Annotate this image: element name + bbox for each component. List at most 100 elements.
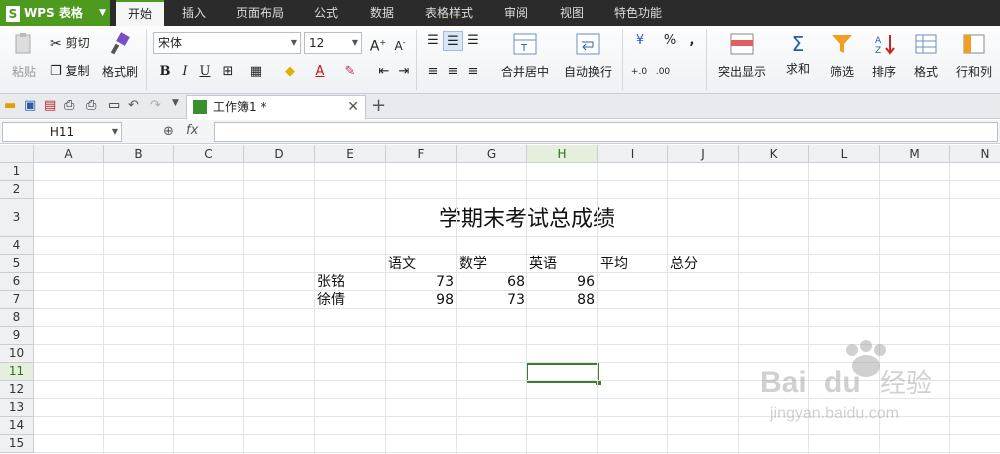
tab-data[interactable]: 数据 bbox=[360, 0, 404, 26]
tab-formulas[interactable]: 公式 bbox=[304, 0, 348, 26]
border-icon[interactable]: ⊞ bbox=[218, 62, 238, 82]
student-name[interactable]: 徐倩 bbox=[317, 291, 345, 309]
comma-button[interactable]: , bbox=[682, 31, 702, 51]
header-average[interactable]: 平均 bbox=[600, 255, 628, 273]
save-icon[interactable]: ▣ bbox=[24, 98, 40, 114]
merge-center-button[interactable]: T 合并居中 bbox=[494, 32, 556, 80]
fill-color-icon[interactable]: ◆ bbox=[280, 62, 300, 82]
row-header-14[interactable]: 14 bbox=[0, 417, 34, 435]
preview-icon[interactable]: ▭ bbox=[108, 98, 124, 114]
wrap-text-button[interactable]: 自动换行 bbox=[562, 32, 614, 80]
row-header-1[interactable]: 1 bbox=[0, 163, 34, 181]
tab-page-layout[interactable]: 页面布局 bbox=[228, 0, 292, 26]
score-cell[interactable]: 96 bbox=[527, 273, 595, 291]
increase-font-icon[interactable]: A+ bbox=[368, 33, 388, 55]
header-math[interactable]: 数学 bbox=[459, 255, 487, 273]
row-header-3[interactable]: 3 bbox=[0, 199, 34, 237]
column-header-g[interactable]: G bbox=[457, 145, 527, 163]
print-preview-icon[interactable]: ⎙ bbox=[86, 98, 102, 114]
italic-button[interactable]: I bbox=[175, 62, 195, 82]
clear-format-icon[interactable]: ✎ bbox=[340, 62, 360, 82]
sum-button[interactable]: Σ 求和 bbox=[780, 32, 816, 77]
align-left-icon[interactable]: ≡ bbox=[423, 62, 443, 82]
font-name-select[interactable]: 宋体 ▼ bbox=[153, 32, 301, 54]
row-header-5[interactable]: 5 bbox=[0, 255, 34, 273]
highlight-button[interactable]: 突出显示 bbox=[712, 32, 772, 80]
filter-button[interactable]: 筛选 bbox=[824, 32, 860, 80]
score-cell[interactable]: 73 bbox=[386, 273, 454, 291]
tab-view[interactable]: 视图 bbox=[550, 0, 594, 26]
column-header-i[interactable]: I bbox=[598, 145, 668, 163]
column-header-m[interactable]: M bbox=[880, 145, 950, 163]
column-header-d[interactable]: D bbox=[244, 145, 315, 163]
row-col-button[interactable]: 行和列 bbox=[952, 32, 996, 80]
tab-insert[interactable]: 插入 bbox=[172, 0, 216, 26]
copy-button[interactable]: ❐ 复制 bbox=[50, 62, 90, 79]
indent-decrease-icon[interactable]: ⇤ bbox=[374, 62, 394, 82]
bold-button[interactable]: B bbox=[155, 62, 175, 82]
row-header-11[interactable]: 11 bbox=[0, 363, 34, 381]
column-header-e[interactable]: E bbox=[315, 145, 386, 163]
row-header-13[interactable]: 13 bbox=[0, 399, 34, 417]
underline-button[interactable]: U bbox=[195, 62, 215, 82]
sort-button[interactable]: AZ 排序 bbox=[866, 32, 902, 80]
decrease-font-icon[interactable]: A- bbox=[390, 33, 410, 53]
currency-icon[interactable]: ¥ bbox=[630, 31, 650, 51]
indent-increase-icon[interactable]: ⇥ bbox=[394, 62, 414, 82]
align-top-icon[interactable]: ☰ bbox=[423, 31, 443, 51]
align-middle-icon[interactable]: ☰ bbox=[443, 31, 463, 51]
paste-button[interactable]: 粘贴 bbox=[6, 32, 42, 80]
row-header-8[interactable]: 8 bbox=[0, 309, 34, 327]
column-header-h[interactable]: H bbox=[527, 145, 598, 163]
row-header-6[interactable]: 6 bbox=[0, 273, 34, 291]
zoom-icon[interactable]: ⊕ bbox=[163, 124, 174, 139]
row-header-2[interactable]: 2 bbox=[0, 181, 34, 199]
decrease-decimal-icon[interactable]: .00 bbox=[652, 62, 674, 82]
row-header-7[interactable]: 7 bbox=[0, 291, 34, 309]
format-button[interactable]: 格式 bbox=[906, 32, 946, 80]
score-cell[interactable]: 73 bbox=[457, 291, 525, 309]
format-painter-button[interactable]: 格式刷 bbox=[100, 32, 140, 80]
row-header-15[interactable]: 15 bbox=[0, 435, 34, 453]
align-right-icon[interactable]: ≡ bbox=[463, 62, 483, 82]
header-total[interactable]: 总分 bbox=[670, 255, 698, 273]
fx-button[interactable]: fx bbox=[186, 123, 198, 138]
name-box[interactable]: H11 ▼ bbox=[2, 122, 122, 142]
column-header-n[interactable]: N bbox=[950, 145, 1000, 163]
score-cell[interactable]: 68 bbox=[457, 273, 525, 291]
header-chinese[interactable]: 语文 bbox=[388, 255, 416, 273]
row-header-12[interactable]: 12 bbox=[0, 381, 34, 399]
export-pdf-icon[interactable]: ▤ bbox=[44, 98, 60, 114]
column-header-c[interactable]: C bbox=[174, 145, 244, 163]
score-cell[interactable]: 98 bbox=[386, 291, 454, 309]
tab-review[interactable]: 审阅 bbox=[494, 0, 538, 26]
align-bottom-icon[interactable]: ☰ bbox=[463, 31, 483, 51]
font-color-icon[interactable]: A bbox=[310, 62, 330, 82]
column-header-a[interactable]: A bbox=[34, 145, 104, 163]
column-header-j[interactable]: J bbox=[668, 145, 739, 163]
tab-home[interactable]: 开始 bbox=[116, 0, 164, 26]
redo-icon[interactable]: ↷ bbox=[150, 98, 166, 114]
app-menu-button[interactable]: S WPS 表格 ▼ bbox=[0, 0, 110, 26]
cut-button[interactable]: ✂ 剪切 bbox=[50, 34, 90, 52]
font-size-select[interactable]: 12 ▼ bbox=[304, 32, 362, 54]
increase-decimal-icon[interactable]: +.0 bbox=[628, 62, 650, 82]
row-header-10[interactable]: 10 bbox=[0, 345, 34, 363]
column-header-f[interactable]: F bbox=[386, 145, 457, 163]
row-header-9[interactable]: 9 bbox=[0, 327, 34, 345]
percent-button[interactable]: % bbox=[660, 31, 680, 51]
align-center-icon[interactable]: ≡ bbox=[443, 62, 463, 82]
select-all-corner[interactable] bbox=[0, 145, 34, 163]
column-header-b[interactable]: B bbox=[104, 145, 174, 163]
print-icon[interactable]: ⎙ bbox=[64, 98, 80, 114]
undo-icon[interactable]: ↶ bbox=[128, 98, 144, 114]
column-header-k[interactable]: K bbox=[739, 145, 809, 163]
header-english[interactable]: 英语 bbox=[529, 255, 557, 273]
close-icon[interactable]: ✕ bbox=[347, 96, 359, 118]
formula-input[interactable] bbox=[214, 122, 998, 142]
tab-workbook[interactable]: 工作簿1 * ✕ bbox=[186, 95, 366, 119]
cell-style-icon[interactable]: ▦ bbox=[246, 62, 266, 82]
tab-table-style[interactable]: 表格样式 bbox=[416, 0, 482, 26]
column-header-l[interactable]: L bbox=[809, 145, 880, 163]
student-name[interactable]: 张铭 bbox=[317, 273, 345, 291]
